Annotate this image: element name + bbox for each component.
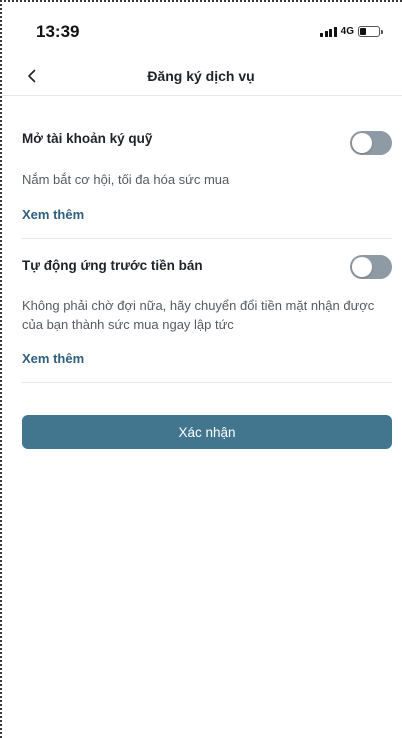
service-margin-account: Mở tài khoản ký quỹ (22, 131, 392, 146)
service-description-block: Nắm bắt cơ hội, tối đa hóa sức mua (22, 170, 392, 189)
section-divider (22, 238, 392, 239)
toggle-knob (352, 257, 372, 277)
status-time: 13:39 (36, 22, 80, 41)
device-frame (0, 0, 402, 738)
section-divider (22, 382, 392, 383)
service-description: Nắm bắt cơ hội, tối đa hóa sức mua (22, 172, 230, 187)
toggle-knob (352, 133, 372, 153)
see-more-link-margin[interactable]: Xem thêm (22, 207, 84, 222)
see-more-block: Xem thêm (22, 206, 392, 224)
confirm-button[interactable]: Xác nhận (22, 415, 392, 449)
service-auto-advance: Tự động ứng trước tiền bán (22, 258, 392, 273)
auto-advance-toggle[interactable] (350, 255, 392, 279)
page-title: Đăng ký dịch vụ (147, 68, 255, 84)
status-bar: 13:39 4G (0, 0, 402, 62)
see-more-block: Xem thêm (22, 350, 392, 368)
signal-bars-icon (320, 26, 337, 37)
network-type: 4G (340, 26, 354, 37)
service-description: Không phải chờ đợi nữa, hãy chuyển đổi t… (22, 298, 375, 332)
margin-account-toggle[interactable] (350, 131, 392, 155)
see-more-link-auto-advance[interactable]: Xem thêm (22, 351, 84, 366)
service-description-block: Không phải chờ đợi nữa, hãy chuyển đổi t… (22, 296, 392, 334)
status-icons: 4G (320, 26, 383, 37)
navigation-bar: Đăng ký dịch vụ (0, 62, 402, 96)
battery-icon (358, 26, 383, 37)
service-title: Tự động ứng trước tiền bán (22, 258, 203, 273)
service-title: Mở tài khoản ký quỹ (22, 131, 153, 146)
battery-fill (360, 28, 367, 35)
